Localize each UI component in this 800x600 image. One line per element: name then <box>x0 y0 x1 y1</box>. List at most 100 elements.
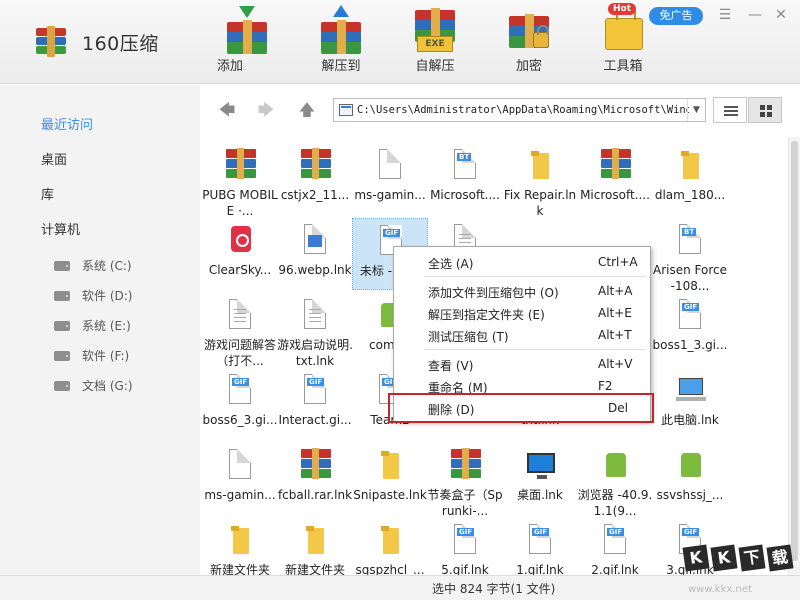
file-item[interactable]: dlam_180... <box>652 143 728 215</box>
file-name: Fix Repair.lnk <box>503 188 577 218</box>
close-icon[interactable]: ✕ <box>772 6 790 24</box>
winrar-archive-icon <box>598 148 632 185</box>
menu-item-shortcut: Ctrl+A <box>598 255 638 269</box>
file-name: 游戏启动说明.txt.lnk <box>277 338 353 368</box>
file-item[interactable]: ClearSky... <box>202 218 278 290</box>
file-item[interactable]: 新建文件夹 <box>202 518 278 575</box>
grid-view-button[interactable] <box>748 97 782 123</box>
file-item[interactable]: GIF 5.gif.lnk <box>427 518 503 575</box>
file-name: Microsoft.... <box>580 188 650 202</box>
android-app-icon <box>673 449 707 485</box>
menu-item-rename[interactable]: 重命名 (M) F2 <box>395 375 649 397</box>
file-item[interactable]: sqspzhcl_... <box>352 518 428 575</box>
file-item[interactable]: 浏览器 -40.9.1.1(9... <box>577 443 653 518</box>
menu-item-extract-to-folder[interactable]: 解压到指定文件夹 (E) Alt+E <box>395 302 649 324</box>
file-item[interactable]: 桌面.lnk <box>502 443 578 515</box>
file-item[interactable]: 新建文件夹 <box>277 518 353 575</box>
minimize-icon[interactable]: — <box>746 6 764 24</box>
sidebar-drive-g[interactable]: 文档 (G:) <box>54 377 133 394</box>
menu-item-view[interactable]: 查看 (V) Alt+V <box>395 353 649 375</box>
sidebar-item-computer[interactable]: 计算机 <box>41 219 80 238</box>
file-item[interactable]: BT Arisen Force-108... <box>652 218 728 293</box>
gif-file-icon: GIF <box>448 524 482 560</box>
exe-tag: EXE <box>417 36 453 52</box>
file-item[interactable]: BT Microsoft.... <box>427 143 503 215</box>
file-item[interactable]: 96.webp.lnk <box>277 218 353 290</box>
file-item[interactable]: GIF boss1_3.gi... <box>652 293 728 365</box>
file-item[interactable]: GIF Interact.gi... <box>277 368 353 440</box>
extract-to-button-label: 解压到 <box>321 59 361 74</box>
ad-free-button[interactable]: 免广告 <box>649 7 703 25</box>
toolbox-button-label: 工具箱 <box>603 59 643 74</box>
sidebar-item-library[interactable]: 库 <box>41 184 54 203</box>
drive-icon <box>54 320 70 331</box>
drive-icon <box>54 350 70 361</box>
menu-item-delete[interactable]: 删除 (D) Del <box>388 393 654 423</box>
image-file-icon <box>298 224 332 260</box>
extract-to-icon <box>321 5 361 54</box>
file-name: Snipaste.lnk <box>353 488 427 502</box>
menu-icon[interactable]: ☰ <box>716 6 734 24</box>
file-item[interactable]: 游戏问题解答（打不... <box>202 293 278 368</box>
grid-view-icon <box>760 105 765 110</box>
add-archive-icon <box>227 6 267 54</box>
sidebar-drive-c[interactable]: 系统 (C:) <box>54 257 132 274</box>
app-brand: 160压缩 <box>36 26 159 57</box>
app-shortcut-icon <box>223 224 257 260</box>
toolbar-buttons: 添加 解压到 EXE 自解压 加密 工具箱 <box>200 5 670 78</box>
file-item[interactable]: ms-gamin... <box>352 143 428 215</box>
file-name: 2.gif.lnk <box>591 563 639 575</box>
sidebar-item-desktop[interactable]: 桌面 <box>41 149 67 168</box>
file-item[interactable]: cstjx2_11... <box>277 143 353 215</box>
file-item[interactable]: GIF 2.gif.lnk <box>577 518 653 575</box>
file-item[interactable]: Snipaste.lnk <box>352 443 428 515</box>
address-dropdown-icon[interactable]: ▼ <box>687 99 705 121</box>
back-arrow-icon[interactable]: 🡄 <box>216 99 238 121</box>
this-pc-icon <box>673 374 707 410</box>
file-item[interactable]: PUBG MOBILE ·... <box>202 143 278 218</box>
forward-arrow-icon[interactable]: 🡆 <box>255 99 277 121</box>
encrypt-icon <box>509 8 549 52</box>
encrypt-button[interactable]: 加密 <box>482 6 576 78</box>
file-name: 新建文件夹 <box>209 563 270 575</box>
file-item[interactable]: GIF 1.gif.lnk <box>502 518 578 575</box>
up-arrow-icon[interactable]: 🡅 <box>296 99 318 121</box>
file-item[interactable]: Fix Repair.lnk <box>502 143 578 218</box>
vertical-scrollbar[interactable] <box>788 137 800 575</box>
drive-label: 软件 (F:) <box>82 349 130 363</box>
list-view-icon <box>724 106 738 108</box>
add-button[interactable]: 添加 <box>200 6 294 78</box>
drive-icon <box>54 260 70 271</box>
file-item[interactable]: Microsoft.... <box>577 143 653 215</box>
menu-separator <box>424 276 646 277</box>
sidebar-drive-e[interactable]: 系统 (E:) <box>54 317 131 334</box>
winrar-archive-icon <box>223 148 257 185</box>
menu-item-add-to-archive[interactable]: 添加文件到压缩包中 (O) Alt+A <box>395 280 649 302</box>
file-item[interactable]: 节奏盒子（Sprunki-... <box>427 443 503 518</box>
file-item[interactable]: 游戏启动说明.txt.lnk <box>277 293 353 368</box>
gif-file-icon: GIF <box>673 299 707 335</box>
sidebar-item-recent[interactable]: 最近访问 <box>41 114 93 133</box>
menu-item-shortcut: Alt+A <box>598 284 633 298</box>
folder-icon <box>673 149 707 185</box>
extract-to-button[interactable]: 解压到 <box>294 5 388 78</box>
file-name: fcball.rar.lnk <box>277 488 353 502</box>
menu-item-test-archive[interactable]: 测试压缩包 (T) Alt+T <box>395 324 649 346</box>
menu-item-select-all[interactable]: 全选 (A) Ctrl+A <box>395 251 649 273</box>
file-item[interactable]: GIF boss6_3.gi... <box>202 368 278 440</box>
file-item[interactable]: 此电脑.lnk <box>652 368 728 440</box>
file-item[interactable]: fcball.rar.lnk <box>277 443 353 515</box>
self-extract-button[interactable]: EXE 自解压 <box>388 6 482 78</box>
sidebar-drive-d[interactable]: 软件 (D:) <box>54 287 132 304</box>
file-name: 此电脑.lnk <box>661 413 719 427</box>
sidebar-drive-f[interactable]: 软件 (F:) <box>54 347 129 364</box>
file-name: sqspzhcl_... <box>355 563 425 575</box>
scrollbar-thumb[interactable] <box>791 141 798 561</box>
file-item[interactable]: ssvshssj_... <box>652 443 728 515</box>
file-item[interactable]: ms-gamin... <box>202 443 278 515</box>
list-view-button[interactable] <box>713 97 747 123</box>
address-bar[interactable]: C:\Users\Administrator\AppData\Roaming\M… <box>333 98 706 122</box>
site-watermark: K K 下 载 www.kkx.net <box>682 544 800 600</box>
gif-file-icon: GIF <box>598 524 632 560</box>
window-icon <box>339 104 353 116</box>
